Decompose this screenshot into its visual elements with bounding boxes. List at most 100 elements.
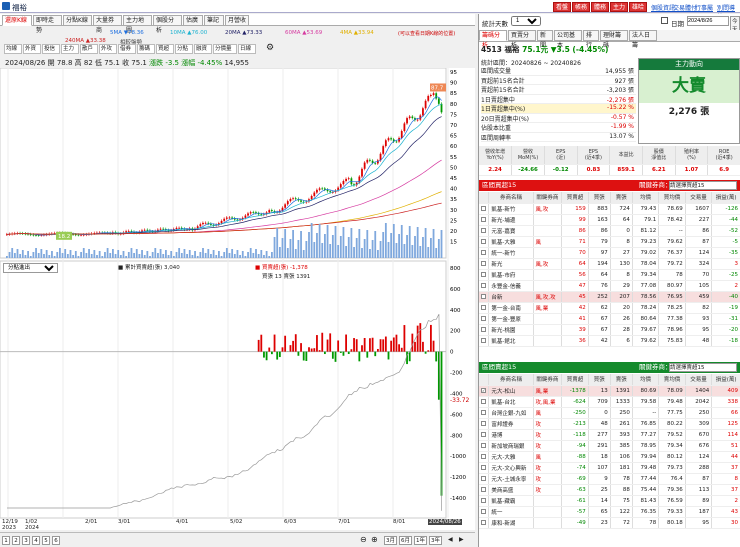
indicator-subtab[interactable]: 日線 <box>238 44 256 54</box>
row-checkbox[interactable] <box>479 484 490 496</box>
next-icon[interactable]: ▶ <box>459 536 464 543</box>
indicator-subtab[interactable]: 散戶 <box>80 44 98 54</box>
indicator-subtab[interactable]: 外資 <box>23 44 41 54</box>
row-checkbox[interactable] <box>479 462 490 474</box>
checkbox[interactable] <box>481 249 486 255</box>
chart-tab[interactable]: 月營收 <box>225 15 249 26</box>
checkbox[interactable] <box>481 464 486 470</box>
checkbox[interactable] <box>481 304 486 310</box>
checkbox[interactable] <box>481 409 486 415</box>
top-link[interactable]: 個股資訊 <box>651 3 675 12</box>
row-checkbox[interactable] <box>479 313 490 325</box>
price-chart-svg[interactable]: 95 90 85 80 75 70 65 60 55 50 45 40 35 30 25 20 15 87.7 18… <box>0 67 475 530</box>
buy-row[interactable]: 新光-桃園 39 67 28 79.67 78.96 95 -20 <box>479 324 740 336</box>
indicator-subtab[interactable]: 均線 <box>4 44 22 54</box>
row-checkbox[interactable] <box>479 396 490 408</box>
chart-tab[interactable]: 主力地圖 <box>123 15 152 34</box>
sell-row[interactable]: 元大-文心興新攻 -74 107 181 79.48 79.73 288 37 <box>479 462 740 474</box>
buy-row[interactable]: 第一金-台南 風,業 42 62 20 78.24 78.25 82 -19 <box>479 302 740 314</box>
sell-row[interactable]: 台灣企銀-九如風 -250 0 250 -- 77.75 250 66 <box>479 407 740 419</box>
sell-row[interactable]: 元大-大雅風 -88 18 106 79.94 80.12 124 44 <box>479 451 740 463</box>
chart-tab[interactable]: 大量券商 <box>93 15 122 34</box>
page-button[interactable]: 4 <box>32 536 40 545</box>
buy-row[interactable]: 第一金-豐原 41 67 26 80.64 77.38 93 -31 <box>479 313 740 325</box>
top-link[interactable]: 交易體付 <box>673 3 697 12</box>
top-button[interactable]: 體務 <box>591 2 610 12</box>
sell-row[interactable]: 港博攻 -118 277 393 77.27 79.52 670 114 <box>479 429 740 441</box>
row-checkbox[interactable] <box>479 407 490 419</box>
chart-tab[interactable]: 分點K線 <box>63 15 92 26</box>
checkbox[interactable] <box>481 337 486 343</box>
sell-row[interactable]: ✓ 元大-松山 風,業 -1378 13 1391 80.69 78.09 1404 409 <box>479 385 740 397</box>
checkbox[interactable] <box>481 420 486 426</box>
checkbox[interactable] <box>481 486 486 492</box>
checkbox[interactable] <box>481 216 486 222</box>
checkbox[interactable] <box>481 442 486 448</box>
buy-row[interactable]: 凱基-館北 36 42 6 79.62 75.83 48 -18 <box>479 335 740 347</box>
chart-tab[interactable]: 個股分析 <box>153 15 182 34</box>
row-checkbox[interactable] <box>479 440 490 452</box>
prev-icon[interactable]: ◀ <box>448 536 453 543</box>
row-checkbox[interactable] <box>479 418 490 430</box>
range-button[interactable]: 1年 <box>414 536 427 545</box>
row-checkbox[interactable] <box>479 280 490 292</box>
row-checkbox[interactable] <box>479 517 490 529</box>
right-tab[interactable]: 排行 <box>583 30 599 49</box>
indicator-subtab[interactable]: 投信 <box>42 44 60 54</box>
indicator-subtab[interactable]: 主力 <box>61 44 79 54</box>
buy-row[interactable]: 新光-埔邊 99 163 64 79.1 78.42 227 -44 <box>479 214 740 226</box>
buy-row[interactable]: 新光 風,攻 64 194 130 78.04 79.72 324 3 <box>479 258 740 270</box>
row-checkbox[interactable] <box>479 269 490 281</box>
date-input[interactable] <box>687 16 729 26</box>
checkbox[interactable] <box>481 453 486 459</box>
range-button[interactable]: 3月 <box>384 536 397 545</box>
chart-tab[interactable]: 還原K線 <box>2 15 32 26</box>
zoom-in-icon[interactable]: ⊕ <box>371 535 378 544</box>
gear-icon[interactable]: ⚙ <box>266 44 274 53</box>
row-checkbox[interactable] <box>479 247 490 259</box>
indicator-subtab[interactable]: 外攻 <box>99 44 117 54</box>
row-checkbox[interactable]: ✓ <box>479 385 490 397</box>
buy-row[interactable]: 凱基-市府 56 64 8 79.34 78 70 -25 <box>479 269 740 281</box>
sell-row[interactable]: 統一 -57 65 122 76.35 79.33 187 43 <box>479 506 740 518</box>
chart-tab[interactable]: 即時走勢 <box>33 15 62 34</box>
row-checkbox[interactable] <box>479 506 490 518</box>
chart-panel[interactable]: 95 90 85 80 75 70 65 60 55 50 45 40 35 30 25 20 15 87.7 18… <box>0 67 475 530</box>
row-checkbox[interactable] <box>479 236 490 248</box>
indicator-subtab[interactable]: 分價量 <box>213 44 237 54</box>
checkbox[interactable] <box>481 497 486 503</box>
sell-row[interactable]: 美商高盛攻 -63 25 88 75.44 79.36 113 37 <box>479 484 740 496</box>
chart-tab[interactable]: 筆記 <box>204 15 224 26</box>
buy-row[interactable]: 元富-嘉寶 86 86 0 81.12 -- 86 -52 <box>479 225 740 237</box>
right-tab[interactable]: 法人日籌 <box>629 30 657 49</box>
checkbox[interactable] <box>481 282 486 288</box>
indicator-subtab[interactable]: 借券 <box>118 44 136 54</box>
zoom-out-icon[interactable]: ⊖ <box>360 535 367 544</box>
indicator-subtab[interactable]: 籌碼 <box>137 44 155 54</box>
sell-row[interactable]: 富邦證券攻 -213 48 261 76.85 80.22 309 125 <box>479 418 740 430</box>
sell-row[interactable]: 新加坡商瑞銀攻 -94 291 385 78.95 79.34 676 51 <box>479 440 740 452</box>
page-button[interactable]: 2 <box>12 536 20 545</box>
right-tab[interactable]: 公司基本 <box>554 30 582 49</box>
sell-row[interactable]: 凱基-藏霸 -61 14 75 81.43 76.59 89 2 <box>479 495 740 507</box>
sell-row[interactable]: 元大-土城永寧攻 -69 9 78 77.44 76.4 87 8 <box>479 473 740 485</box>
days-select[interactable]: 1 <box>511 16 541 26</box>
top-button[interactable]: 看盤 <box>553 2 572 12</box>
page-button[interactable]: 5 <box>42 536 50 545</box>
sell-select[interactable]: 請選擇賣超15 <box>669 363 737 372</box>
row-checkbox[interactable] <box>479 451 490 463</box>
sell-row[interactable]: 凱基-台北 攻,風,業 -624 709 1333 79.58 79.48 2042 338 <box>479 396 740 408</box>
right-tab[interactable]: 新聞 <box>537 30 553 49</box>
checkbox[interactable] <box>481 475 486 481</box>
row-checkbox[interactable] <box>479 473 490 485</box>
chart-tab[interactable]: 估廣 <box>183 15 203 26</box>
checkbox[interactable] <box>481 238 486 244</box>
range-button[interactable]: 6月 <box>399 536 412 545</box>
top-button[interactable]: 雄哈 <box>629 2 648 12</box>
checkbox[interactable] <box>481 398 486 404</box>
checkbox[interactable] <box>481 326 486 332</box>
row-checkbox[interactable] <box>479 335 490 347</box>
sell-row[interactable]: 康和-新湖 -49 23 72 78 80.18 95 30 <box>479 517 740 529</box>
right-tab[interactable]: 買賣分析 <box>508 30 536 49</box>
row-checkbox[interactable] <box>479 291 490 303</box>
